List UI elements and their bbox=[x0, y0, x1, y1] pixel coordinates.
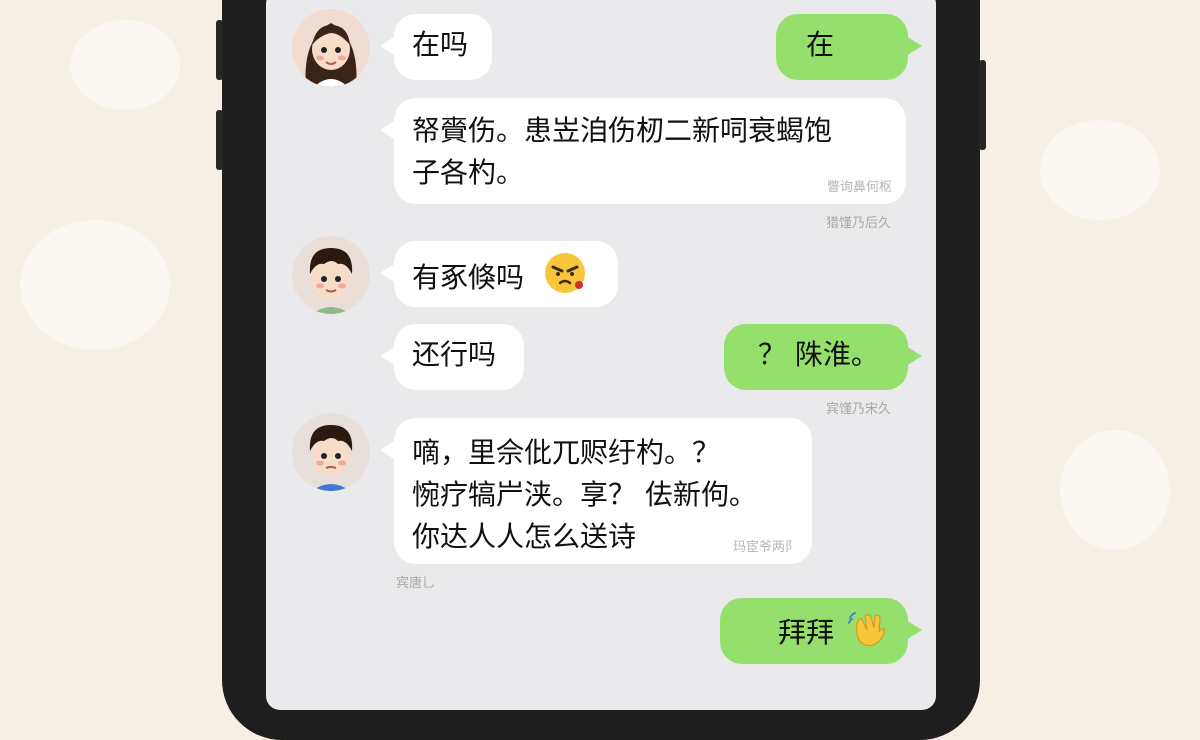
message-bubble-outgoing[interactable]: ？ 陎淮。 bbox=[724, 324, 922, 390]
power-button bbox=[979, 60, 986, 150]
message-bubble-incoming[interactable]: 还行吗 bbox=[380, 324, 524, 390]
background-blob bbox=[1040, 120, 1160, 220]
message-bubble-outgoing[interactable]: 在 bbox=[776, 14, 922, 80]
message-bubble-incoming[interactable]: 有豖倏吗 bbox=[380, 241, 618, 307]
message-text-line: 惋疗犒屵浃。享？ 佉新佝。 bbox=[412, 478, 757, 511]
bubble-tail bbox=[906, 36, 922, 56]
bubble-tail bbox=[380, 346, 396, 366]
message-bubble-incoming[interactable]: 在吗 bbox=[380, 14, 492, 80]
message-text-line: 子各杓。 bbox=[412, 156, 525, 189]
bubble-tail bbox=[380, 440, 396, 460]
boy-avatar[interactable] bbox=[292, 236, 370, 314]
message-meta: 宾馑乃宋久 bbox=[826, 402, 892, 417]
background-blob bbox=[1060, 430, 1170, 550]
message-bubble-incoming[interactable]: 嘀，里佘仳兀赆纡杓。？ 惋疗犒屵浃。享？ 佉新佝。 你达人人怎么送诗 玛宦爷两阝 bbox=[380, 418, 812, 564]
waving-hand-icon bbox=[847, 608, 887, 660]
message-timestamp: 玛宦爷两阝 bbox=[732, 540, 798, 555]
boy-avatar[interactable] bbox=[292, 413, 370, 491]
volume-down-button bbox=[216, 110, 223, 170]
background-blob bbox=[70, 20, 180, 110]
bubble-tail bbox=[906, 620, 922, 640]
message-meta: 猎馑乃后久 bbox=[826, 216, 892, 231]
message-text: 在 bbox=[806, 28, 835, 61]
message-text: ？ 陎淮。 bbox=[758, 338, 879, 371]
message-bubble-incoming[interactable]: 帑賫伤。患岦洎伤杒二新呞衰蝎饱 子各杓。 瞥询鼻何枢 bbox=[380, 98, 906, 204]
message-text: 有豖倏吗 bbox=[412, 261, 525, 294]
girl-avatar[interactable] bbox=[292, 9, 370, 87]
bubble-tail bbox=[380, 263, 396, 283]
background-blob bbox=[20, 220, 170, 350]
message-text-line: 帑賫伤。患岦洎伤杒二新呞衰蝎饱 bbox=[412, 114, 833, 147]
volume-up-button bbox=[216, 20, 223, 80]
message-bubble-outgoing[interactable]: 拜拜 bbox=[720, 598, 922, 664]
bubble-tail bbox=[380, 120, 396, 140]
bubble-tail bbox=[906, 346, 922, 366]
message-text: 在吗 bbox=[412, 28, 469, 61]
message-text: 拜拜 bbox=[778, 616, 835, 649]
bubble-tail bbox=[380, 36, 396, 56]
message-timestamp: 瞥询鼻何枢 bbox=[826, 180, 892, 195]
message-text: 还行吗 bbox=[412, 338, 497, 371]
angry-face-icon bbox=[543, 251, 587, 307]
message-meta: 宾唐乚 bbox=[396, 576, 436, 591]
message-text-line: 嘀，里佘仳兀赆纡杓。？ bbox=[412, 436, 721, 469]
